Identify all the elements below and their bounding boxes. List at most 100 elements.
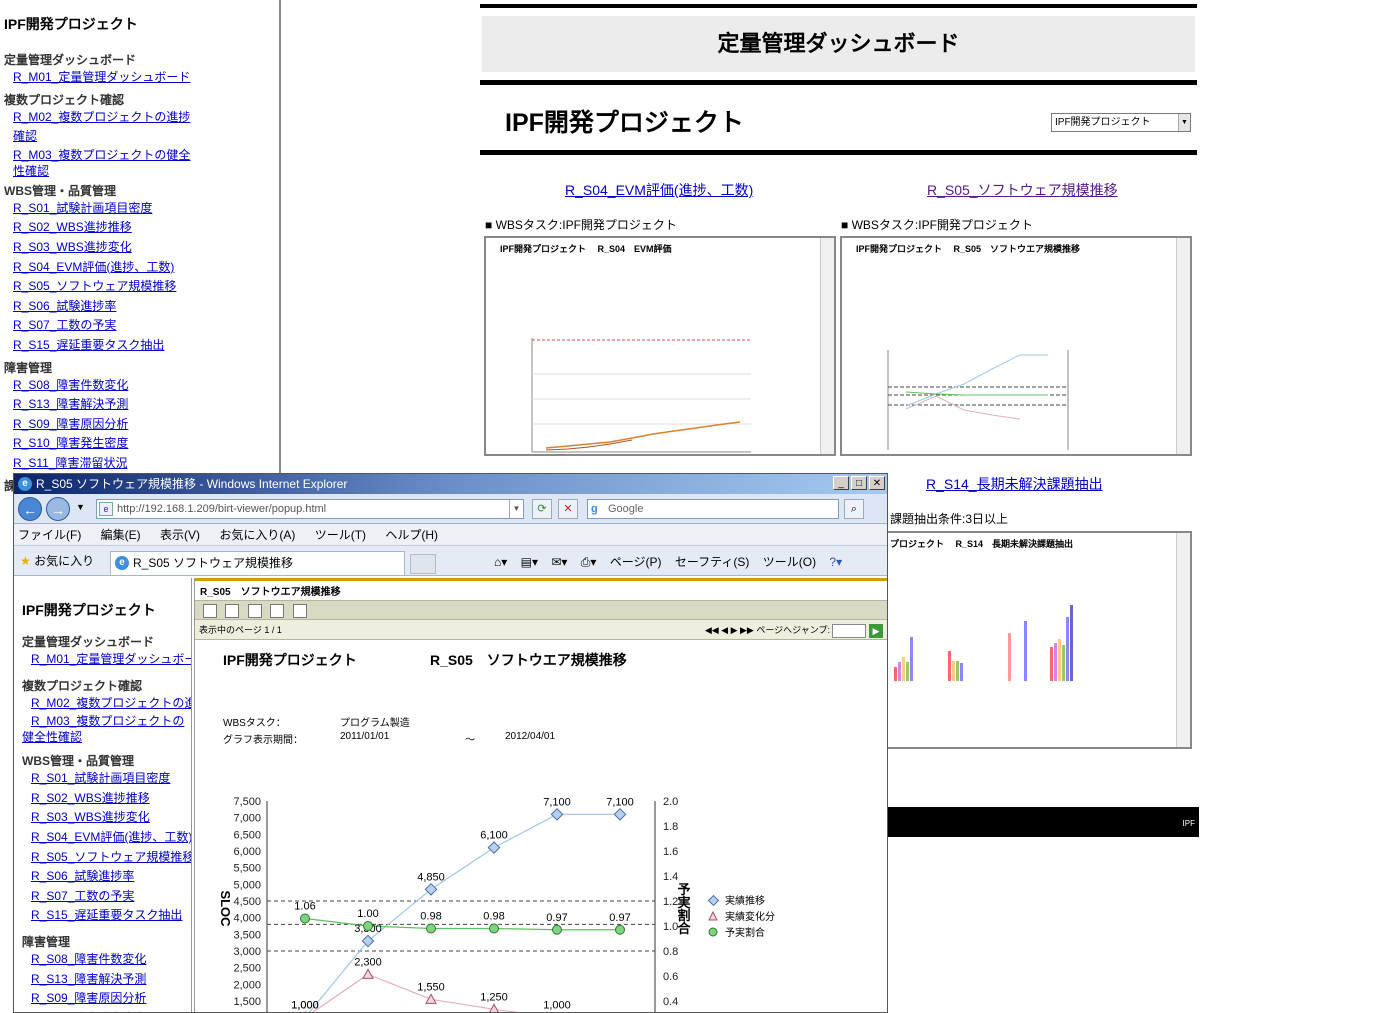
favorites-button[interactable]: ★ お気に入り (20, 552, 94, 569)
data-label: 0.97 (609, 912, 630, 924)
data-label: 1,250 (480, 991, 508, 1003)
nav-section-heading: WBS管理・品質管理 (22, 754, 134, 769)
page-jump-input[interactable] (832, 623, 867, 638)
legend-label: 実績変化分 (725, 910, 775, 923)
menu-favorites[interactable]: お気に入り(A) (219, 528, 295, 542)
home-icon[interactable]: ⌂▾ (494, 555, 507, 569)
link-r-s05[interactable]: R_S05_ソフトウェア規模推移 (927, 180, 1118, 200)
run-icon[interactable] (225, 604, 240, 618)
project-select[interactable]: IPF開発プロジェクト ▼ (1051, 113, 1191, 132)
nav-link[interactable]: R_S06_試験進捗率 (31, 867, 191, 887)
nav-link[interactable]: R_S02_WBS進捗推移 (13, 218, 279, 238)
menu-view[interactable]: 表示(V) (160, 528, 200, 542)
scrollbar[interactable] (1176, 533, 1190, 747)
nav-link[interactable]: R_S01_試験計画項目密度 (13, 199, 279, 219)
nav-link[interactable]: R_M01_定量管理ダッシュボード (31, 650, 191, 670)
page-icon: e (99, 502, 113, 516)
nav-link[interactable]: R_S10_障害発生密度 (13, 434, 279, 454)
report-frame-s14[interactable]: プロジェクト R_S14 長期未解決課題抽出 (886, 531, 1192, 749)
series-line-actual (308, 813, 620, 1012)
issue-thumbnail-chart (894, 605, 1073, 681)
maximize-icon[interactable]: □ (851, 476, 867, 490)
nav-link[interactable]: R_S09_障害原因分析 (31, 989, 191, 1009)
back-arrow-icon[interactable]: ← (18, 497, 42, 521)
y2-tick-label: 0.6 (663, 971, 678, 983)
search-icon[interactable]: ⌕ (844, 499, 864, 519)
chevron-down-icon[interactable]: ▼ (509, 500, 523, 518)
nav-arrows-icon[interactable]: ◀◀ ◀ ▶ ▶▶ (705, 625, 754, 635)
search-input[interactable]: g Google (587, 499, 839, 519)
nav-link[interactable]: R_S07_工数の予実 (31, 887, 191, 907)
period-separator: ～ (465, 735, 475, 746)
legend-marker-actual (707, 894, 720, 907)
scrollbar[interactable] (1176, 238, 1190, 454)
help-icon[interactable]: ?▾ (829, 555, 842, 569)
tab-active[interactable]: e R_S05 ソフトウェア規模推移 (110, 551, 405, 575)
address-bar[interactable]: e http://192.168.1.209/birt-viewer/popup… (96, 499, 524, 519)
history-dropdown-icon[interactable]: ▼ (76, 502, 85, 512)
ie-logo-icon: e (115, 556, 129, 570)
new-tab-button[interactable] (410, 554, 436, 574)
nav-link[interactable]: R_S06_試験進捗率 (13, 297, 279, 317)
nav-link[interactable]: R_M02_複数プロジェクトの進捗確認 (31, 694, 191, 714)
project-title: IPF開発プロジェクト (505, 109, 744, 137)
menu-edit[interactable]: 編集(E) (101, 528, 141, 542)
window-controls: _ □ ✕ (833, 476, 885, 490)
report-frame-s05[interactable]: IPF開発プロジェクト R_S05 ソフトウエア規模推移 (840, 236, 1192, 456)
y-tick-label: 2,500 (233, 963, 261, 975)
nav-link[interactable]: R_S15_遅延重要タスク抽出 (31, 906, 191, 926)
y-tick-label: 3,000 (233, 946, 261, 958)
nav-link[interactable]: R_M02_複数プロジェクトの進捗確認 (13, 108, 279, 147)
mail-icon[interactable]: ✉▾ (551, 555, 567, 569)
chevron-down-icon[interactable]: ▼ (1178, 114, 1190, 131)
cmd-tools[interactable]: ツール(O) (763, 555, 816, 569)
link-r-s04[interactable]: R_S04_EVM評価(進捗、工数) (565, 180, 753, 200)
forward-arrow-icon[interactable]: → (46, 497, 70, 521)
nav-link[interactable]: R_S04_EVM評価(進捗、工数) (13, 258, 279, 278)
nav-link[interactable]: R_S08_障害件数変化 (13, 376, 279, 396)
nav-link[interactable]: R_S02_WBS進捗推移 (31, 789, 191, 809)
window-titlebar[interactable]: e R_S05 ソフトウェア規模推移 - Windows Internet Ex… (14, 474, 887, 494)
nav-link[interactable]: R_S03_WBS進捗変化 (31, 808, 191, 828)
cmd-safety[interactable]: セーフティ(S) (675, 555, 750, 569)
menu-tools[interactable]: ツール(T) (315, 528, 366, 542)
nav-link[interactable]: R_M03_複数プロジェクトの健全性確認 (22, 713, 191, 745)
data-label: 1.06 (294, 901, 315, 913)
nav-link[interactable]: R_S08_障害件数変化 (31, 950, 191, 970)
project-select-value: IPF開発プロジェクト (1055, 117, 1151, 128)
y-tick-label: 4,000 (233, 913, 261, 925)
link-r-s14[interactable]: R_S14_長期未解決課題抽出 (926, 474, 1103, 494)
nav-link[interactable]: R_S15_遅延重要タスク抽出 (13, 336, 279, 356)
y-tick-label: 7,000 (233, 813, 261, 825)
nav-link[interactable]: R_M03_複数プロジェクトの健全性確認 (13, 147, 279, 179)
nav-link[interactable]: R_S05_ソフトウェア規模推移 (13, 277, 279, 297)
close-icon[interactable]: ✕ (869, 476, 885, 490)
print-icon[interactable]: ⎙▾ (581, 555, 597, 569)
minimize-icon[interactable]: _ (833, 476, 849, 490)
export-icon[interactable] (247, 604, 262, 618)
nav-link[interactable]: R_S13_障害解決予測 (31, 970, 191, 990)
print-icon[interactable] (292, 604, 307, 618)
scrollbar[interactable] (820, 238, 834, 454)
nav-link[interactable]: R_M01_定量管理ダッシュボード (13, 68, 279, 88)
stop-icon[interactable]: ✕ (558, 499, 578, 519)
nav-link[interactable]: R_S09_障害原因分析 (13, 415, 279, 435)
feeds-icon[interactable]: ▤▾ (521, 555, 538, 569)
nav-link[interactable]: R_S10_障害発生密度 (31, 1009, 191, 1012)
nav-link[interactable]: R_S13_障害解決予測 (13, 395, 279, 415)
nav-link[interactable]: R_S01_試験計画項目密度 (31, 769, 191, 789)
nav-link[interactable]: R_S04_EVM評価(進捗、工数) (31, 828, 191, 848)
export-report-icon[interactable] (270, 604, 285, 618)
toc-icon[interactable] (203, 604, 217, 618)
menu-help[interactable]: ヘルプ(H) (385, 528, 438, 542)
nav-link[interactable]: R_S11_障害滞留状況 (13, 454, 279, 474)
report-frame-s04[interactable]: IPF開発プロジェクト R_S04 EVM評価 (484, 236, 836, 456)
nav-link[interactable]: R_S05_ソフトウェア規模推移 (31, 848, 191, 868)
refresh-icon[interactable]: ⟳ (532, 499, 552, 519)
y-axis-label: SLOC (218, 890, 233, 927)
menu-file[interactable]: ファイル(F) (18, 528, 81, 542)
go-icon[interactable]: ▶ (869, 623, 883, 638)
nav-link[interactable]: R_S03_WBS進捗変化 (13, 238, 279, 258)
cmd-page[interactable]: ページ(P) (610, 555, 662, 569)
nav-link[interactable]: R_S07_工数の予実 (13, 316, 279, 336)
